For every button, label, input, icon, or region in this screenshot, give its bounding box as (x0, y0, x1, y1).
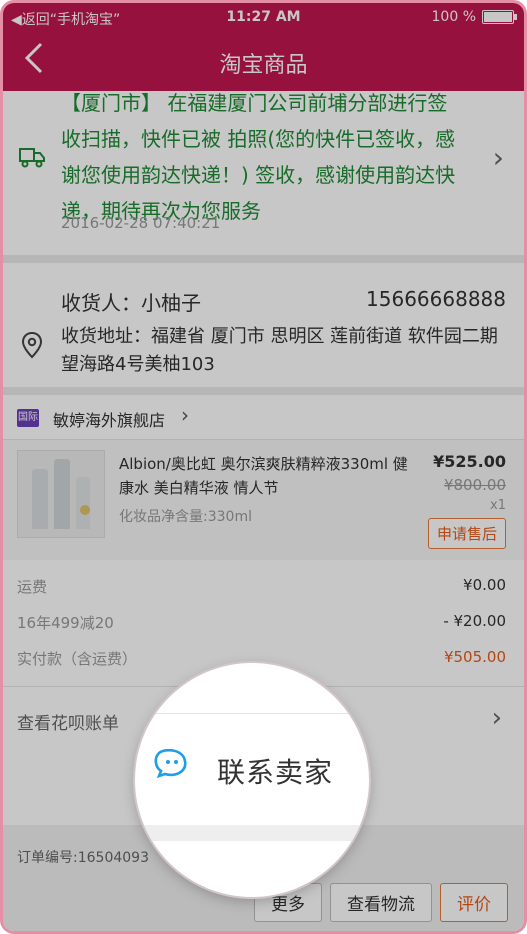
after-sale-button[interactable]: 申请售后 (427, 518, 506, 549)
battery-indicator: 100 % (431, 9, 517, 25)
shipping-fee-row: 运费 ¥0.00 (17, 576, 506, 597)
order-number: 订单编号:16504093 (17, 850, 149, 866)
shop-name: 敏婷海外旗舰店 (53, 411, 166, 430)
divider (135, 825, 369, 841)
logistics-status-text: 【厦门市】 在福建厦门公司前埔分部进行签收扫描，快件已被 拍照(您的快件已签收，… (61, 91, 456, 223)
divider (3, 387, 524, 395)
contact-seller-magnifier[interactable]: 联系卖家 (135, 663, 369, 897)
status-bar: ◀返回“手机淘宝” 11:27 AM 100 % (3, 3, 524, 33)
product-item[interactable]: Albion/奥比虹 奥尔滨爽肤精粹液330ml 健康水 美白精华液 情人节 化… (3, 440, 524, 560)
fee-label: 运费 (17, 578, 48, 596)
product-title: Albion/奥比虹 奥尔滨爽肤精粹液330ml 健康水 美白精华液 情人节 (119, 455, 408, 497)
battery-percent: 100 % (431, 9, 476, 25)
logistics-time: 2016-02-28 07:40:21 (61, 214, 221, 232)
shop-badge-icon: 国际 (17, 409, 39, 427)
chevron-right-icon: › (491, 703, 502, 733)
product-spec: 化妆品净含量:330ml (119, 509, 252, 525)
battery-icon (482, 10, 517, 24)
huabei-bill-label: 查看花呗账单 (17, 714, 119, 734)
divider (3, 255, 524, 263)
view-logistics-button[interactable]: 查看物流 (330, 883, 432, 922)
chevron-right-icon: › (181, 403, 189, 427)
recipient-phone: 15666668888 (366, 287, 506, 311)
product-price: ¥525.00 (433, 452, 506, 471)
shop-header[interactable]: 国际 敏婷海外旗舰店 › (3, 395, 524, 440)
chevron-right-icon: › (492, 141, 504, 174)
fee-value: - ¥20.00 (443, 612, 506, 630)
page-title: 淘宝商品 (219, 53, 308, 78)
fee-value: ¥505.00 (443, 648, 506, 666)
contact-seller-label: 联系卖家 (217, 756, 334, 789)
location-pin-icon (21, 331, 43, 359)
nav-bar: 淘宝商品 (3, 33, 524, 91)
fee-label: 实付款（含运费） (17, 650, 138, 668)
fee-label: 16年499减20 (17, 614, 114, 632)
product-quantity: x1 (490, 498, 506, 513)
product-image[interactable] (17, 450, 105, 538)
phone-frame: ◀返回“手机淘宝” 11:27 AM 100 % 淘宝商品 【厦门市】 在福建厦… (0, 0, 527, 934)
divider (135, 713, 369, 714)
fee-value: ¥0.00 (463, 576, 506, 594)
recipient-name: 收货人：小柚子 (61, 291, 201, 315)
recipient-address: 收货地址：福建省 厦门市 思明区 莲前街道 软件园二期望海路4号美柚103 (61, 326, 498, 375)
product-original-price: ¥800.00 (443, 476, 506, 494)
chat-bubble-icon (154, 749, 187, 779)
truck-icon (19, 148, 45, 168)
logistics-card[interactable]: 【厦门市】 在福建厦门公司前埔分部进行签收扫描，快件已被 拍照(您的快件已签收，… (3, 91, 524, 255)
discount-row: 16年499减20 - ¥20.00 (17, 612, 506, 633)
shipping-address-card: 收货人：小柚子 15666668888 收货地址：福建省 厦门市 思明区 莲前街… (3, 263, 524, 387)
review-button[interactable]: 评价 (440, 883, 508, 922)
